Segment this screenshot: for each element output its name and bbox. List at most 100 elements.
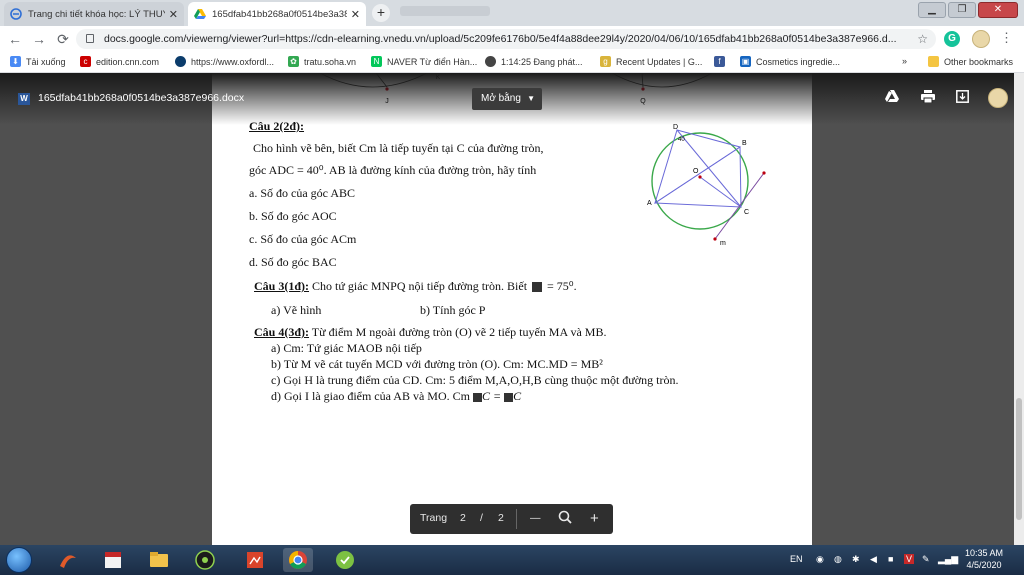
bookmark-facebook[interactable]: f — [714, 56, 730, 67]
question-4-c: c) Gọi H là trung điểm của CD. Cm: 5 điể… — [271, 373, 679, 387]
total-pages: 2 — [498, 512, 504, 524]
back-icon[interactable]: ← — [6, 30, 24, 48]
current-page-input[interactable]: 2 — [460, 512, 466, 524]
open-in-new-window-icon[interactable] — [954, 90, 970, 106]
question-2-a: a. Số đo của góc ABC — [249, 186, 355, 200]
folder-icon — [928, 56, 939, 67]
minimize-button[interactable]: ▁ — [918, 2, 946, 18]
question-4-d-text: d) Gọi I là giao điểm của AB và MO. Cm — [271, 389, 470, 403]
download-icon: ⬇ — [10, 56, 21, 67]
viewer-profile-avatar[interactable] — [988, 88, 1008, 108]
zoom-in-button[interactable]: + — [590, 510, 599, 527]
tray-app-icon[interactable]: ◉ — [816, 554, 824, 565]
question-2-line-1: Cho hình vẽ bên, biết Cm là tiếp tuyến t… — [253, 141, 544, 155]
question-3-a: a) Vẽ hình — [271, 303, 322, 317]
window-controls: ▁ ❐ ✕ — [918, 2, 1018, 18]
question-3-value: = 75⁰. — [547, 279, 577, 293]
taskbar-app-7[interactable] — [330, 548, 360, 572]
profile-avatar[interactable] — [972, 30, 990, 48]
bookmark-label: Recent Updates | G... — [616, 56, 703, 67]
open-with-button[interactable]: Mở bằng ▼ — [472, 88, 542, 110]
bookmark-other[interactable]: Other bookmarks — [928, 56, 1013, 67]
language-indicator[interactable]: EN — [790, 554, 803, 564]
tray-red-icon[interactable]: ■ — [888, 554, 893, 564]
bookmark-downloads[interactable]: ⬇ Tải xuống — [10, 56, 66, 67]
taskbar-media-player[interactable] — [190, 548, 220, 572]
add-to-drive-icon[interactable] — [884, 90, 900, 106]
zoom-icon[interactable] — [558, 510, 572, 527]
calendar-app-icon — [105, 552, 121, 568]
start-button[interactable] — [6, 547, 32, 573]
reload-icon[interactable]: ⟳ — [54, 30, 72, 48]
question-4-a: a) Cm: Tứ giác MAOB nội tiếp — [271, 341, 422, 355]
bookmark-oxford[interactable]: https://www.oxfordl... — [175, 56, 274, 67]
question-2-line-2: góc ADC = 40⁰. AB là đường kính của đườn… — [249, 163, 537, 177]
taskbar-chrome[interactable] — [283, 548, 313, 572]
tab-document-viewer[interactable]: 165dfab41bb268a0f0514be3a38 ✕ — [188, 2, 366, 26]
tray-tool-icon[interactable]: ✎ — [922, 554, 930, 565]
tab-course-details[interactable]: Trang chi tiết khóa học: LÝ THUY ✕ — [4, 2, 184, 26]
tab-title: Trang chi tiết khóa học: LÝ THUY — [28, 8, 165, 20]
bookmark-label: Cosmetics ingredie... — [756, 56, 841, 67]
document-page: J Q K Câu 2(2đ): Cho hình vẽ bên, biết C… — [212, 73, 812, 545]
bookmarks-overflow[interactable]: » — [902, 56, 907, 66]
window-close-button[interactable]: ✕ — [978, 2, 1018, 18]
tray-v-icon[interactable]: V — [904, 554, 915, 564]
globe-icon — [485, 56, 496, 67]
cnn-icon: c — [80, 56, 91, 67]
question-4-d: d) Gọi I là giao điểm của AB và MO. Cm C… — [271, 389, 521, 404]
question-4-text: Từ điểm M ngoài đường tròn (O) vẽ 2 tiếp… — [309, 325, 607, 339]
lock-icon — [86, 34, 94, 43]
scrollbar-thumb[interactable] — [1016, 398, 1022, 520]
forward-icon[interactable]: → — [30, 30, 48, 48]
question-2-b: b. Số đo góc AOC — [249, 209, 337, 223]
bookmark-label: Tải xuống — [26, 56, 66, 67]
bookmark-label: Other bookmarks — [944, 56, 1014, 67]
url-text: docs.google.com/viewerng/viewer?url=http… — [104, 33, 897, 45]
taskbar-app-1[interactable] — [52, 548, 82, 572]
taskbar-app-5[interactable] — [240, 548, 270, 572]
bookmark-label: 1:14:25 Đang phát... — [501, 56, 583, 67]
network-signal-icon[interactable]: ▂▄▆ — [938, 554, 958, 565]
question-4-line: Câu 4(3đ): Từ điểm M ngoài đường tròn (O… — [254, 325, 606, 340]
bookmark-recent-updates[interactable]: g Recent Updates | G... — [600, 56, 702, 67]
browser-toolbar: ← → ⟳ docs.google.com/viewerng/viewer?ur… — [0, 26, 1024, 52]
restore-button[interactable]: ❐ — [948, 2, 976, 18]
bookmark-tratu[interactable]: ✿ tratu.soha.vn — [288, 56, 356, 67]
bookmark-naver[interactable]: N NAVER Từ điển Hàn... — [371, 56, 477, 67]
bookmark-cosmetics[interactable]: ▣ Cosmetics ingredie... — [740, 56, 840, 67]
tray-chrome-icon[interactable]: ◍ — [834, 554, 842, 565]
screen: Trang chi tiết khóa học: LÝ THUY ✕ 165df… — [0, 0, 1024, 575]
bookmark-label: tratu.soha.vn — [304, 56, 357, 67]
blurred-tab-placeholder — [400, 6, 490, 16]
bookmark-star-icon[interactable]: ☆ — [917, 29, 928, 49]
question-4-d-end: C — [513, 389, 522, 403]
taskbar-file-explorer[interactable] — [144, 548, 174, 572]
tratu-icon: ✿ — [288, 56, 299, 67]
bookmark-cnn[interactable]: c edition.cnn.com — [80, 56, 159, 67]
label-o: O — [693, 168, 699, 175]
goodreads-icon: g — [600, 56, 611, 67]
grammarly-extension-icon[interactable]: G — [944, 31, 960, 47]
tab-title: 165dfab41bb268a0f0514be3a38 — [212, 8, 347, 20]
address-bar[interactable]: docs.google.com/viewerng/viewer?url=http… — [76, 29, 936, 49]
question-3-b: b) Tính góc P — [420, 303, 486, 317]
label-m: m — [720, 240, 726, 247]
bluetooth-icon[interactable]: ✱ — [852, 554, 860, 565]
print-icon[interactable] — [920, 90, 936, 106]
volume-icon[interactable]: ◀ — [870, 554, 877, 565]
system-clock[interactable]: 10:35 AM 4/5/2020 — [960, 547, 1008, 571]
taskbar-app-2[interactable] — [98, 548, 128, 572]
new-tab-button[interactable]: + — [372, 4, 390, 22]
bookmark-playing[interactable]: 1:14:25 Đang phát... — [485, 56, 583, 67]
bookmark-label: edition.cnn.com — [96, 56, 160, 67]
page-controls: Trang 2 / 2 — + — [410, 504, 613, 534]
question-4-title: Câu 4(3đ): — [254, 325, 310, 339]
close-icon[interactable]: ✕ — [169, 8, 178, 21]
presentation-app-icon — [247, 552, 263, 568]
chrome-menu-icon[interactable]: ⋮ — [1000, 30, 1013, 46]
close-icon[interactable]: ✕ — [351, 8, 360, 21]
angle-label: 40 — [678, 137, 685, 143]
question-2-d: d. Số đo góc BAC — [249, 255, 337, 269]
zoom-out-button[interactable]: — — [530, 512, 541, 524]
